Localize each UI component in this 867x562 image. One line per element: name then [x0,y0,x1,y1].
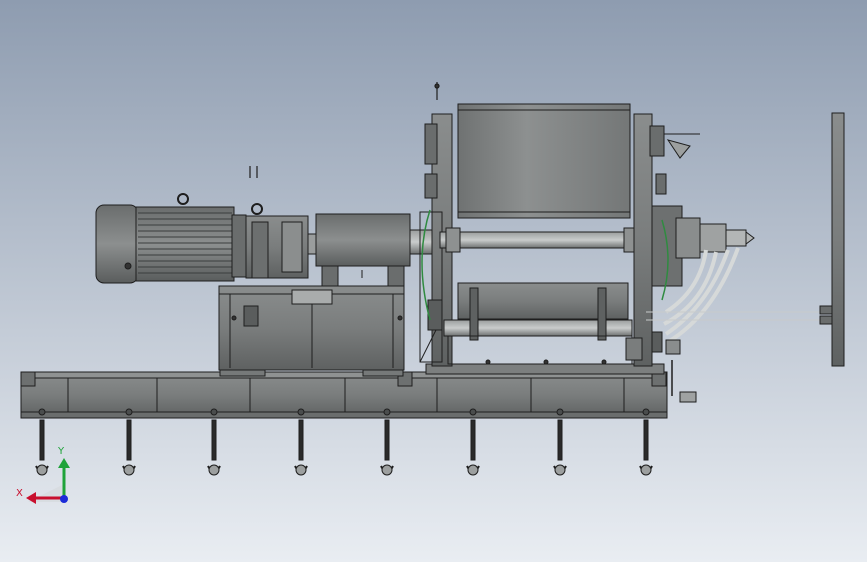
leveling-foot [466,419,480,476]
cad-viewport[interactable]: Y X [0,0,867,562]
lower-roller [443,282,633,365]
top-marker [249,82,440,178]
leveling-foot [639,419,653,476]
y-axis-label: Y [57,446,65,457]
base-frame [20,363,668,419]
electric-motor [95,193,247,284]
leveling-foot [294,419,308,476]
x-axis-label: X [16,488,23,499]
drive-housing [218,285,405,371]
z-axis-dot [60,495,68,503]
leveling-feet [35,419,653,476]
main-drum [457,103,631,219]
gearbox [245,203,319,279]
drive-barrel [315,213,433,287]
leveling-foot [122,419,136,476]
leveling-foot [207,419,221,476]
main-shaft [439,227,655,253]
x-axis-arrow [26,492,36,504]
leveling-foot [35,419,49,476]
y-axis-arrow [58,458,70,468]
machine-drawing: Y X [16,82,845,504]
leveling-foot [553,419,567,476]
leveling-foot [380,419,394,476]
